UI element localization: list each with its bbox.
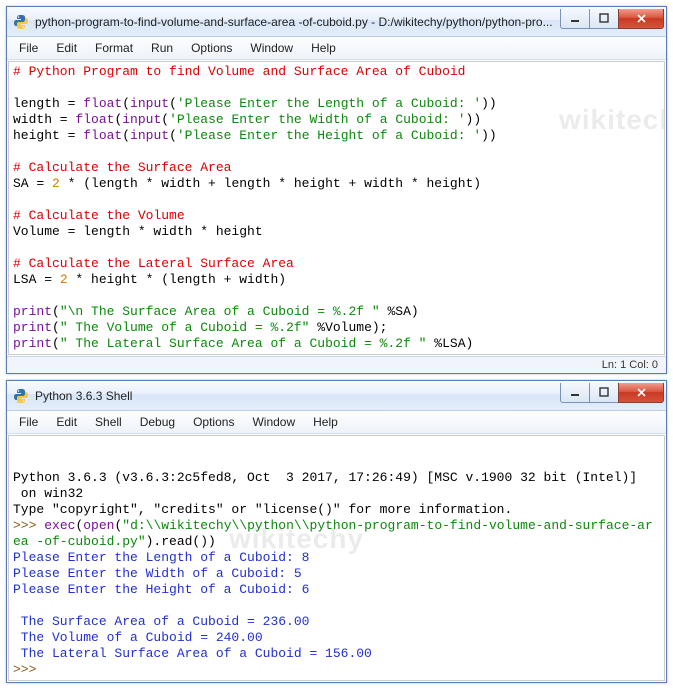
code-line	[13, 240, 660, 256]
menu-file[interactable]: File	[11, 413, 46, 431]
window-controls	[561, 9, 664, 29]
shell-line: >>> exec(open("d:\\wikitechy\\python\\py…	[13, 518, 660, 534]
code-line: # Python Program to find Volume and Surf…	[13, 64, 660, 80]
editor-statusbar: Ln: 1 Col: 0	[7, 356, 666, 373]
shell-output-area[interactable]: Python 3.6.3 (v3.6.3:2c5fed8, Oct 3 2017…	[8, 435, 665, 681]
shell-menubar: FileEditShellDebugOptionsWindowHelp	[7, 411, 666, 434]
code-line: print(" The Lateral Surface Area of a Cu…	[13, 336, 660, 352]
menu-options[interactable]: Options	[185, 413, 242, 431]
shell-line: The Lateral Surface Area of a Cuboid = 1…	[13, 646, 660, 662]
close-button[interactable]	[618, 9, 664, 29]
menu-window[interactable]: Window	[244, 413, 303, 431]
code-line	[13, 80, 660, 96]
shell-line: ea -of-cuboid.py").read())	[13, 534, 660, 550]
editor-code-area[interactable]: # Python Program to find Volume and Surf…	[8, 61, 665, 355]
menu-format[interactable]: Format	[87, 39, 141, 57]
menu-run[interactable]: Run	[143, 39, 181, 57]
shell-line: on win32	[13, 486, 660, 502]
code-line: # Calculate the Lateral Surface Area	[13, 256, 660, 272]
close-button[interactable]	[618, 383, 664, 403]
shell-line: Python 3.6.3 (v3.6.3:2c5fed8, Oct 3 2017…	[13, 470, 660, 486]
shell-window: Python 3.6.3 Shell FileEditShellDebugOpt…	[6, 380, 667, 683]
code-line: Volume = length * width * height	[13, 224, 660, 240]
shell-line: Please Enter the Length of a Cuboid: 8	[13, 550, 660, 566]
code-line: SA = 2 * (length * width + length * heig…	[13, 176, 660, 192]
shell-line: Please Enter the Width of a Cuboid: 5	[13, 566, 660, 582]
code-line: # Calculate the Surface Area	[13, 160, 660, 176]
shell-line: Please Enter the Height of a Cuboid: 6	[13, 582, 660, 598]
editor-title-text: python-program-to-find-volume-and-surfac…	[35, 15, 561, 29]
python-icon	[13, 388, 29, 404]
code-line: print(" The Volume of a Cuboid = %.2f" %…	[13, 320, 660, 336]
code-line: LSA = 2 * height * (length + width)	[13, 272, 660, 288]
code-line: height = float(input('Please Enter the H…	[13, 128, 660, 144]
shell-line: Type "copyright", "credits" or "license(…	[13, 502, 660, 518]
maximize-button[interactable]	[589, 9, 619, 29]
window-controls	[561, 383, 664, 403]
shell-line: The Surface Area of a Cuboid = 236.00	[13, 614, 660, 630]
code-line	[13, 288, 660, 304]
menu-debug[interactable]: Debug	[132, 413, 183, 431]
shell-title-text: Python 3.6.3 Shell	[35, 389, 561, 403]
code-line	[13, 192, 660, 208]
shell-titlebar[interactable]: Python 3.6.3 Shell	[7, 381, 666, 411]
menu-shell[interactable]: Shell	[87, 413, 130, 431]
menu-help[interactable]: Help	[303, 39, 344, 57]
shell-line: >>>	[13, 662, 660, 678]
code-line: print("\n The Surface Area of a Cuboid =…	[13, 304, 660, 320]
menu-window[interactable]: Window	[242, 39, 301, 57]
minimize-button[interactable]	[560, 383, 590, 403]
code-line: width = float(input('Please Enter the Wi…	[13, 112, 660, 128]
code-line	[13, 144, 660, 160]
shell-line	[13, 598, 660, 614]
editor-window: python-program-to-find-volume-and-surfac…	[6, 6, 667, 374]
code-line: length = float(input('Please Enter the L…	[13, 96, 660, 112]
editor-titlebar[interactable]: python-program-to-find-volume-and-surfac…	[7, 7, 666, 37]
python-icon	[13, 14, 29, 30]
menu-edit[interactable]: Edit	[48, 413, 85, 431]
menu-edit[interactable]: Edit	[48, 39, 85, 57]
editor-menubar: FileEditFormatRunOptionsWindowHelp	[7, 37, 666, 60]
menu-help[interactable]: Help	[305, 413, 346, 431]
minimize-button[interactable]	[560, 9, 590, 29]
menu-file[interactable]: File	[11, 39, 46, 57]
menu-options[interactable]: Options	[183, 39, 240, 57]
maximize-button[interactable]	[589, 383, 619, 403]
code-line: # Calculate the Volume	[13, 208, 660, 224]
